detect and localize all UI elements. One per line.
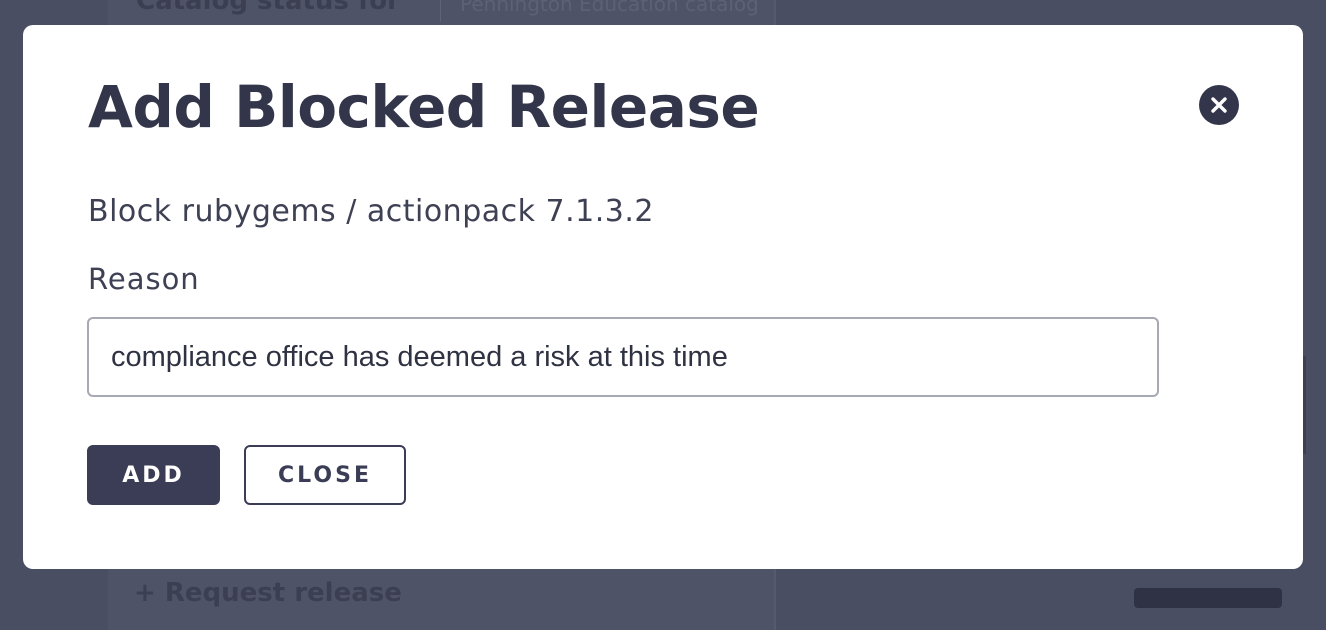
background-button [1134,588,1282,608]
background-subheading: Pennington Education catalog [460,0,759,16]
add-blocked-release-dialog: Add Blocked Release Block rubygems / act… [23,25,1303,569]
background-request-release: + Request release [134,578,402,608]
reason-label: Reason [88,262,200,296]
background-heading: Catalog status for [136,0,400,16]
close-dialog-button[interactable] [1199,85,1239,125]
close-icon [1211,97,1227,113]
background-separator [440,0,441,22]
dialog-title: Add Blocked Release [88,73,760,141]
reason-input[interactable] [87,317,1159,397]
add-button[interactable]: ADD [87,445,220,505]
block-target-text: Block rubygems / actionpack 7.1.3.2 [88,194,654,229]
close-button[interactable]: CLOSE [244,445,406,505]
